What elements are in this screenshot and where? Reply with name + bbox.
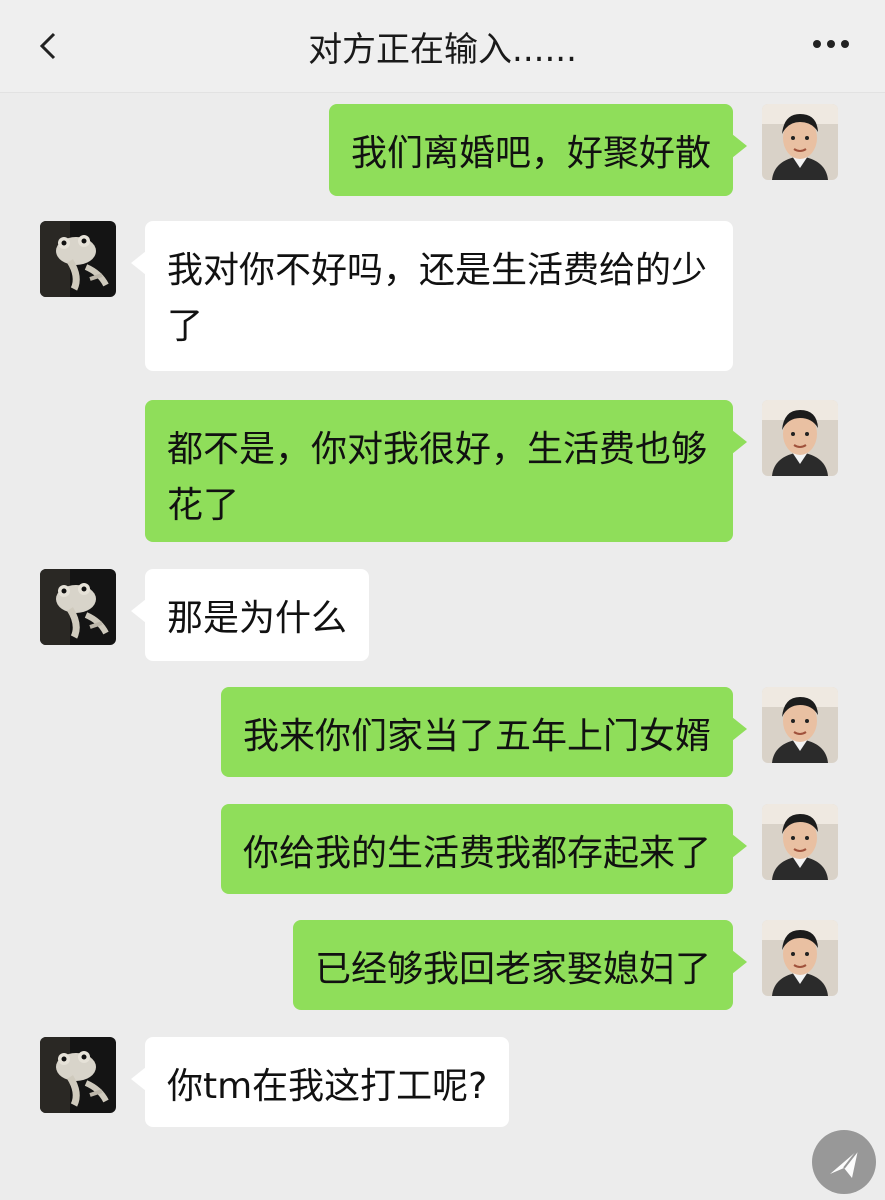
message-bubble-sent[interactable]: 已经够我回老家娶媳妇了 (292, 920, 748, 1010)
contact-avatar[interactable] (40, 569, 116, 645)
chat-title: 对方正在输入...... (308, 30, 577, 70)
message-bubble-received[interactable]: 你tm在我这打工呢? (130, 1037, 510, 1127)
more-dots-icon[interactable] (809, 32, 853, 56)
message-bubble-sent[interactable]: 我来你们家当了五年上门女婿 (220, 687, 748, 777)
share-button[interactable] (812, 1130, 876, 1194)
chat-header: 对方正在输入...... (0, 0, 885, 93)
user-avatar[interactable] (762, 400, 838, 476)
message-bubble-sent[interactable]: 我们离婚吧，好聚好散 (328, 104, 748, 196)
user-avatar[interactable] (762, 920, 838, 996)
user-avatar[interactable] (762, 104, 838, 180)
message-bubble-sent[interactable]: 都不是，你对我很好，生活费也够花了 (145, 400, 747, 542)
message-bubble-sent[interactable]: 你给我的生活费我都存起来了 (220, 804, 748, 894)
message-bubble-received[interactable]: 我对你不好吗，还是生活费给的少了 (131, 221, 733, 371)
contact-avatar[interactable] (40, 1037, 116, 1113)
user-avatar[interactable] (762, 687, 838, 763)
user-avatar[interactable] (762, 804, 838, 880)
contact-avatar[interactable] (40, 221, 116, 297)
message-bubble-received[interactable]: 那是为什么 (130, 569, 370, 661)
send-icon (830, 1149, 859, 1178)
